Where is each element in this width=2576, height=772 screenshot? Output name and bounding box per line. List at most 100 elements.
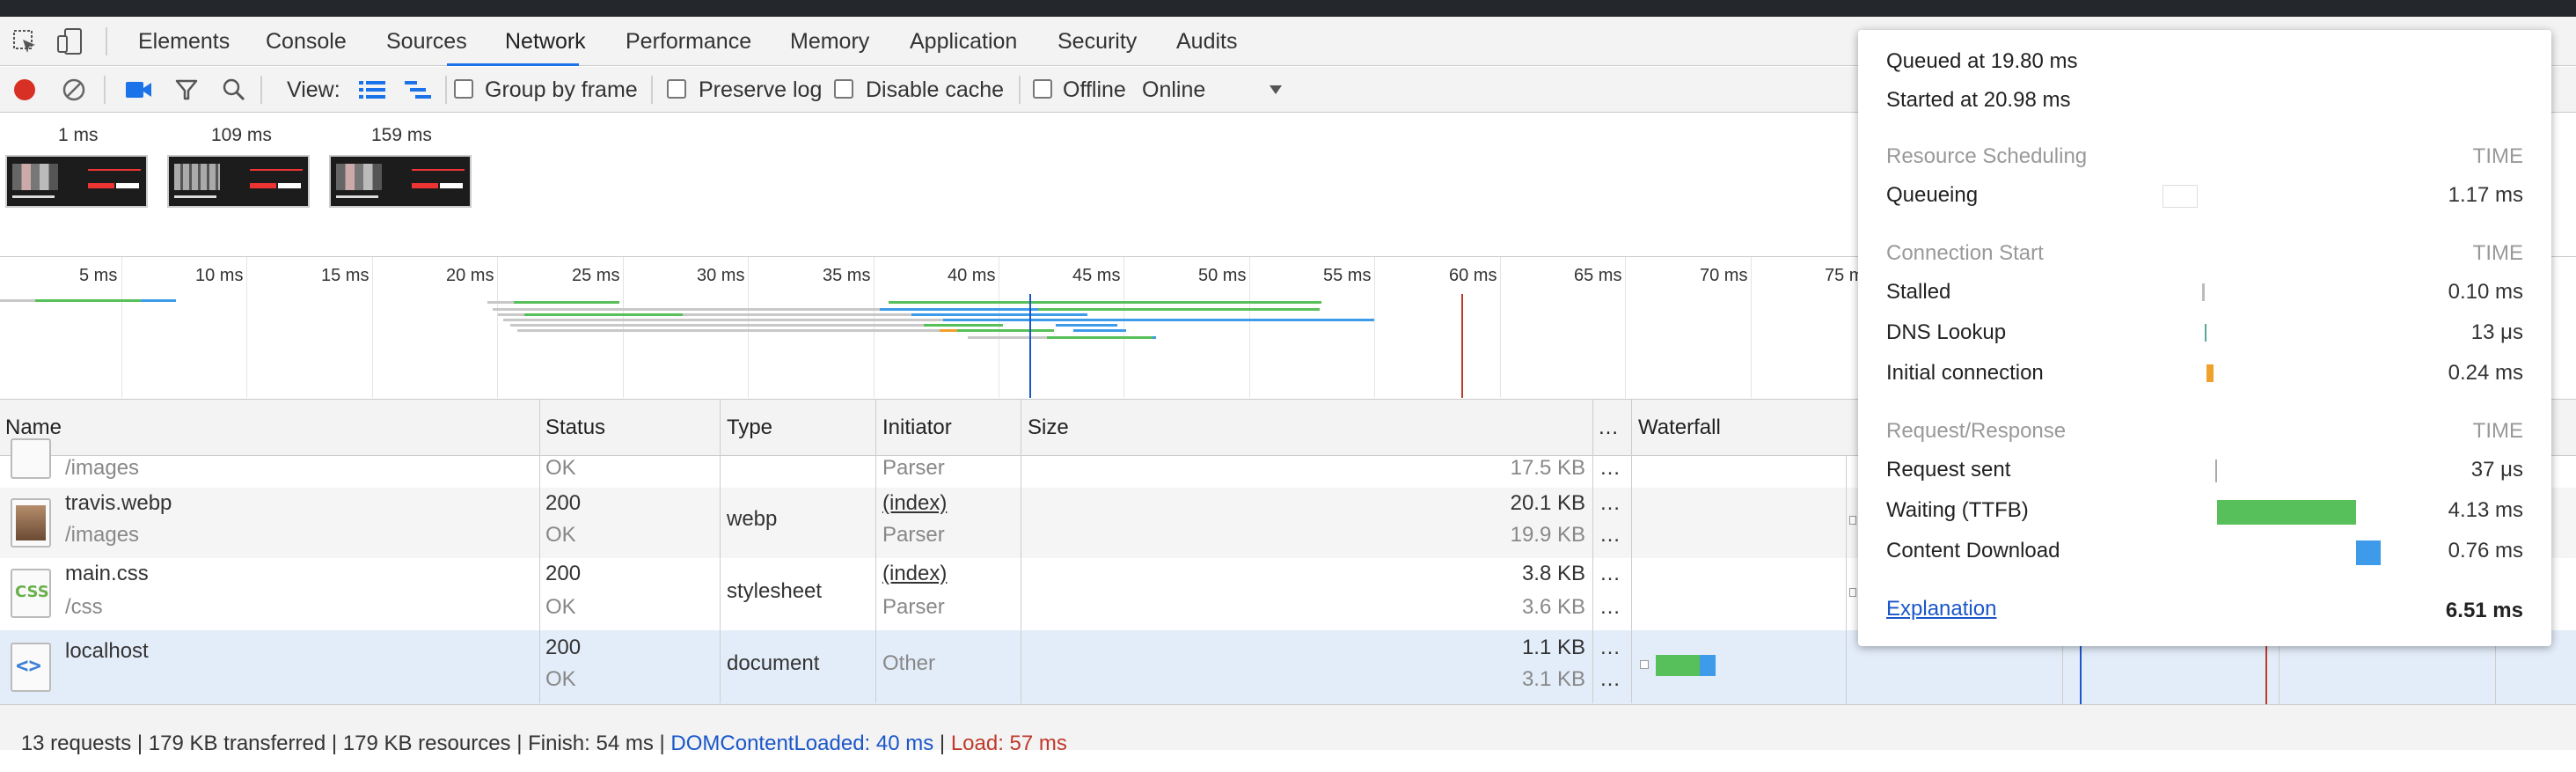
waterfall-queue-marker [1849, 516, 1856, 525]
filmstrip-frame[interactable] [167, 155, 310, 208]
status-code: 200 [545, 491, 582, 515]
explanation-link[interactable]: Explanation [1886, 597, 1996, 621]
filmstrip-frame[interactable] [5, 155, 148, 208]
column-divider [875, 400, 876, 703]
total-time: 6.51 ms [2445, 599, 2523, 622]
search-icon[interactable] [222, 77, 246, 102]
time-header: TIME [2472, 241, 2523, 265]
resource-type: webp [727, 507, 778, 531]
disable-cache-checkbox[interactable] [834, 79, 853, 99]
screenshot-camera-icon[interactable] [125, 79, 153, 100]
status-text: OK [545, 595, 576, 619]
overview-request-bar [1056, 324, 1117, 327]
initiator-link[interactable]: (index) [882, 491, 947, 516]
tab-sources[interactable]: Sources [386, 29, 467, 55]
group-by-frame-checkbox[interactable] [454, 79, 473, 99]
overview-gridline [246, 257, 247, 398]
tab-performance[interactable]: Performance [626, 29, 751, 55]
large-rows-icon[interactable] [359, 79, 385, 100]
request-name: localhost [65, 639, 149, 663]
overview-request-bar [880, 308, 1038, 311]
column-header-status[interactable]: Status [545, 415, 605, 440]
overview-gridline [1123, 257, 1124, 398]
more-cell: … [1599, 523, 1621, 547]
timing-popover: Queued at 19.80 ms Started at 20.98 ms R… [1858, 30, 2551, 646]
css-file-icon: CSS [11, 569, 51, 618]
group-by-frame-label: Group by frame [485, 77, 638, 102]
tab-security[interactable]: Security [1057, 29, 1137, 55]
queueing-bar [2163, 185, 2198, 208]
column-header-name[interactable]: Name [5, 415, 62, 440]
overview-request-bar [514, 301, 619, 304]
overview-gridline [874, 257, 875, 398]
toolbar-divider [106, 27, 107, 55]
overview-waterfall-icon[interactable] [405, 79, 433, 100]
filmstrip-frame[interactable] [329, 155, 472, 208]
timing-value: 0.24 ms [2448, 361, 2523, 385]
overview-request-bar [487, 301, 514, 304]
offline-checkbox[interactable] [1033, 79, 1052, 99]
preserve-log-checkbox[interactable] [667, 79, 686, 99]
frame-time-label: 159 ms [371, 125, 432, 145]
initial-connection-bar [2206, 364, 2214, 382]
column-header-waterfall[interactable]: Waterfall [1638, 415, 1721, 440]
record-icon[interactable] [12, 77, 37, 102]
active-tab-indicator [447, 63, 579, 66]
inspect-element-icon[interactable] [12, 29, 39, 55]
overview-tick-label: 5 ms [79, 266, 118, 285]
status-text: OK [545, 456, 576, 480]
overview-gridline [1249, 257, 1250, 398]
column-header-more[interactable]: … [1598, 415, 1619, 440]
more-cell: … [1599, 667, 1621, 691]
overview-tick-label: 40 ms [948, 266, 996, 285]
waterfall-queue-marker [1640, 660, 1649, 669]
offline-label: Offline [1063, 77, 1126, 102]
overview-tick-label: 70 ms [1700, 266, 1748, 285]
overview-request-bar [0, 299, 35, 302]
overview-tick-label: 35 ms [823, 266, 871, 285]
timing-value: 1.17 ms [2448, 183, 2523, 207]
tab-application[interactable]: Application [910, 29, 1017, 55]
load-event-line [1461, 294, 1463, 398]
overview-gridline [1500, 257, 1501, 398]
overview-request-bar [35, 299, 141, 302]
overview-request-bar [1047, 336, 1153, 339]
tab-elements[interactable]: Elements [138, 29, 230, 55]
status-code: 200 [545, 636, 582, 659]
timing-label: Initial connection [1886, 361, 2044, 385]
initiator-link[interactable]: (index) [882, 562, 947, 586]
tab-console[interactable]: Console [266, 29, 347, 55]
more-cell: … [1599, 595, 1621, 619]
throttling-select[interactable]: Online [1142, 77, 1205, 103]
chevron-down-icon[interactable] [1269, 85, 1283, 95]
clear-icon[interactable] [62, 77, 86, 102]
frame-time-label: 109 ms [211, 125, 272, 145]
dom-content-loaded-line [1029, 294, 1031, 398]
waterfall-waiting-bar[interactable] [1656, 655, 1700, 676]
request-path: /images [65, 456, 140, 480]
tab-memory[interactable]: Memory [790, 29, 869, 55]
overview-tick-label: 10 ms [195, 266, 244, 285]
waterfall-download-bar[interactable] [1700, 655, 1716, 676]
initiator-sub: Parser [882, 523, 945, 547]
size-resource: 17.5 KB [1510, 456, 1585, 480]
size-resource: 19.9 KB [1510, 523, 1585, 547]
filter-icon[interactable] [174, 77, 199, 102]
timing-value: 4.13 ms [2448, 498, 2523, 522]
overview-tick-label: 30 ms [697, 266, 745, 285]
overview-request-bar [517, 329, 940, 332]
overview-tick-label: 55 ms [1323, 266, 1372, 285]
toolbar-divider [651, 76, 653, 104]
tab-audits[interactable]: Audits [1176, 29, 1237, 55]
column-header-type[interactable]: Type [727, 415, 772, 440]
toolbar-divider [1019, 76, 1021, 104]
disable-cache-label: Disable cache [866, 77, 1005, 102]
tab-network[interactable]: Network [505, 29, 586, 55]
column-divider [539, 400, 540, 703]
column-header-size[interactable]: Size [1028, 415, 1069, 440]
size-resource: 3.1 KB [1521, 667, 1585, 691]
column-header-initiator[interactable]: Initiator [882, 415, 952, 440]
window-top-bar [0, 0, 2576, 17]
document-file-icon: <> [11, 643, 51, 692]
device-toolbar-icon[interactable] [56, 27, 84, 55]
